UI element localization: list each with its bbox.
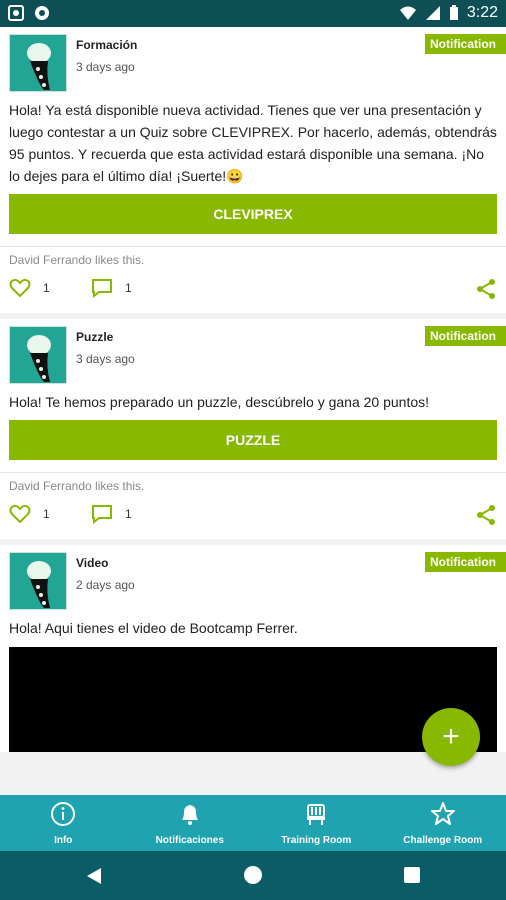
post-card: Formación 3 days ago Notification Hola! … (0, 27, 506, 313)
training-room-icon (307, 804, 326, 825)
activity-feed[interactable]: Formación 3 days ago Notification Hola! … (0, 27, 506, 795)
nav-item-training-room[interactable]: Training Room (253, 795, 380, 851)
likes-text: David Ferrando likes this. (0, 246, 506, 267)
wifi-icon (399, 6, 416, 20)
post-date: 3 days ago (76, 352, 135, 366)
post-body: Hola! Te hemos preparado un puzzle, desc… (9, 394, 430, 410)
status-time: 3:22 (466, 4, 498, 21)
nav-item-challenge-room[interactable]: Challenge Room (380, 795, 506, 851)
heart-icon (9, 278, 31, 298)
home-icon[interactable] (244, 866, 262, 884)
puzzle-button[interactable]: PUZZLE (9, 420, 497, 460)
info-icon (51, 802, 76, 826)
signal-icon (425, 6, 440, 20)
post-date: 3 days ago (76, 60, 135, 74)
add-fab[interactable]: + (422, 708, 480, 766)
system-navigation-bar (0, 851, 506, 900)
post-title: Formación (76, 38, 138, 52)
post-card: Puzzle 3 days ago Notification Hola! Te … (0, 319, 506, 539)
like-button[interactable]: 1 (9, 504, 50, 524)
nav-label: Info (54, 835, 73, 846)
notification-badge: Notification (425, 552, 506, 572)
heart-icon (9, 504, 31, 524)
notification-app-icon (8, 5, 24, 21)
comment-count: 1 (125, 507, 132, 521)
star-icon (430, 802, 455, 825)
likes-text: David Ferrando likes this. (0, 472, 506, 493)
post-date: 2 days ago (76, 578, 135, 592)
nav-label: Notificaciones (155, 835, 224, 846)
post-body: Hola! Ya está disponible nueva actividad… (9, 102, 497, 184)
plus-icon: + (442, 720, 460, 753)
status-bar: 3:22 (0, 0, 506, 27)
like-button[interactable]: 1 (9, 278, 50, 298)
bell-icon (181, 805, 198, 825)
comment-button[interactable]: 1 (91, 278, 132, 298)
comment-icon (92, 505, 112, 524)
nav-item-notificaciones[interactable]: Notificaciones (127, 795, 254, 851)
record-icon (35, 6, 49, 20)
post-avatar (9, 326, 67, 384)
nav-label: Challenge Room (403, 835, 483, 846)
like-count: 1 (43, 281, 50, 295)
post-body: Hola! Aqui tienes el video de Bootcamp F… (9, 620, 298, 636)
recent-apps-icon[interactable] (404, 867, 420, 883)
comment-icon (92, 279, 112, 298)
cleviprex-button[interactable]: CLEVIPREX (9, 194, 497, 234)
post-title: Puzzle (76, 330, 114, 344)
like-count: 1 (43, 507, 50, 521)
battery-icon (449, 5, 458, 20)
share-icon (477, 505, 495, 525)
share-button[interactable] (475, 278, 497, 305)
nav-label: Training Room (281, 835, 352, 846)
comment-button[interactable]: 1 (91, 504, 132, 524)
post-title: Video (76, 556, 109, 570)
notification-badge: Notification (425, 326, 506, 346)
nav-item-info[interactable]: Info (0, 795, 127, 851)
post-avatar (9, 552, 67, 610)
comment-count: 1 (125, 281, 132, 295)
share-icon (477, 279, 495, 299)
share-button[interactable] (475, 504, 497, 531)
bottom-navigation: Info Notificaciones Training Room Challe… (0, 795, 506, 851)
post-avatar (9, 34, 67, 92)
back-icon[interactable] (86, 867, 102, 885)
notification-badge: Notification (425, 34, 506, 54)
